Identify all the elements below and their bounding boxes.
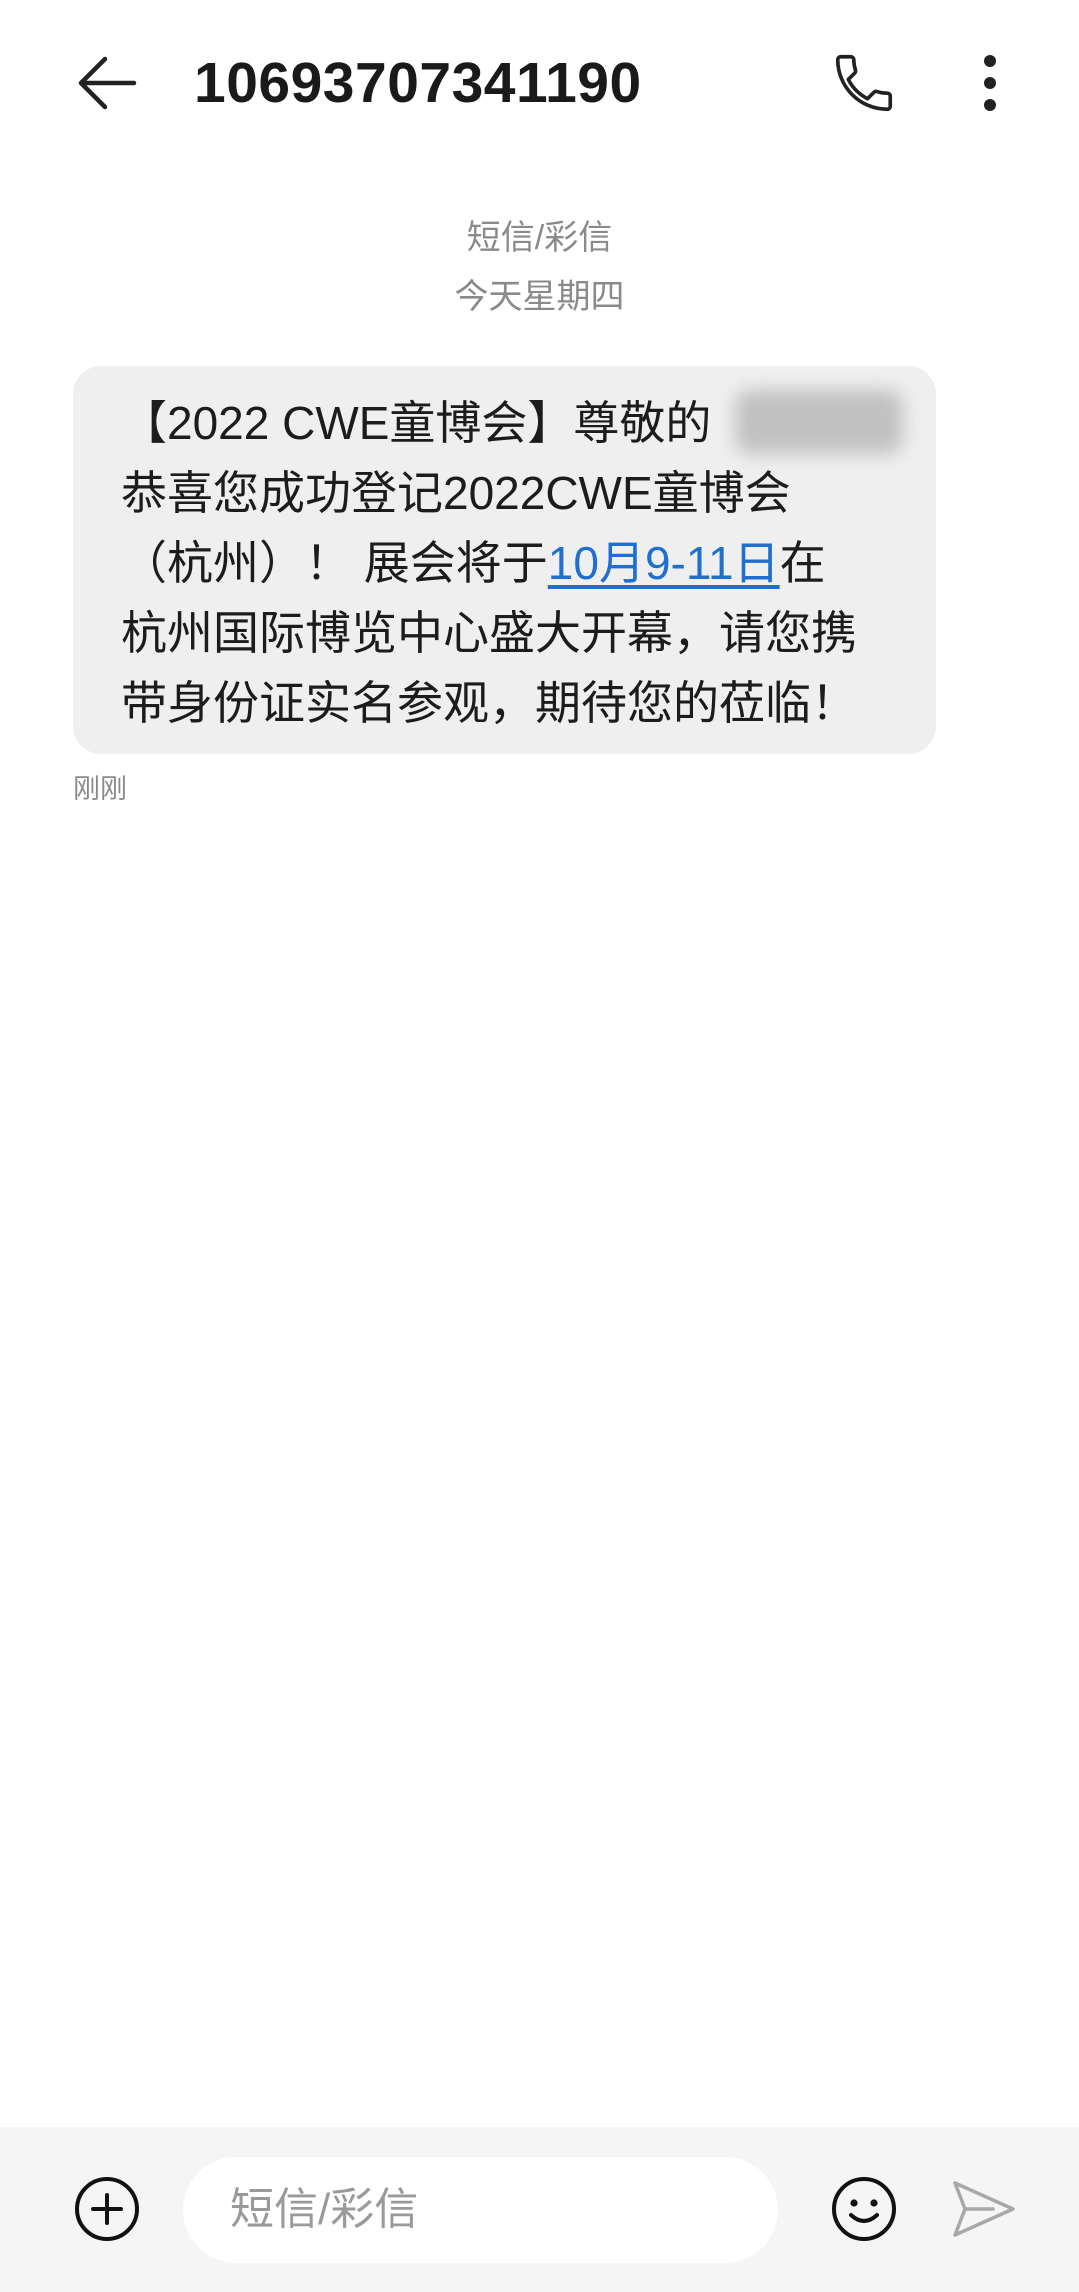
message-line: 恭喜您成功登记2022CWE童博会 <box>121 467 791 519</box>
more-vertical-icon[interactable] <box>955 48 1025 118</box>
phone-icon[interactable] <box>829 48 899 118</box>
redacted-name-blur <box>735 390 903 454</box>
message-line: 带身份证实名参观，期待您的莅临！ <box>121 677 857 729</box>
message-text: （杭州）！ 展会将于 <box>121 537 548 589</box>
message-timestamp: 刚刚 <box>73 774 127 804</box>
message-composer <box>0 2127 1079 2292</box>
back-arrow-icon[interactable] <box>72 48 142 118</box>
date-separator: 今天星期四 <box>454 278 625 316</box>
message-line: （杭州）！ 展会将于10月9-11日在 <box>121 528 936 598</box>
sms-conversation-screen: 10693707341190 短信/彩信 今天星期四 【2022 CWE童博会】… <box>0 0 1079 2292</box>
message-text: 在 <box>779 537 826 589</box>
message-input-container <box>183 2157 778 2263</box>
message-input[interactable] <box>183 2157 778 2263</box>
add-circle-icon[interactable] <box>72 2174 142 2244</box>
send-icon[interactable] <box>949 2174 1019 2244</box>
incoming-message-bubble[interactable]: 【2022 CWE童博会】尊敬的 恭喜您成功登记2022CWE童博会 （杭州）！… <box>73 366 936 754</box>
date-link[interactable]: 10月9-11日 <box>548 537 780 589</box>
emoji-icon[interactable] <box>829 2174 899 2244</box>
contact-number-title: 10693707341190 <box>194 51 642 115</box>
channel-label: 短信/彩信 <box>466 219 613 257</box>
message-line: 杭州国际博览中心盛大开幕，请您携 <box>121 607 857 659</box>
